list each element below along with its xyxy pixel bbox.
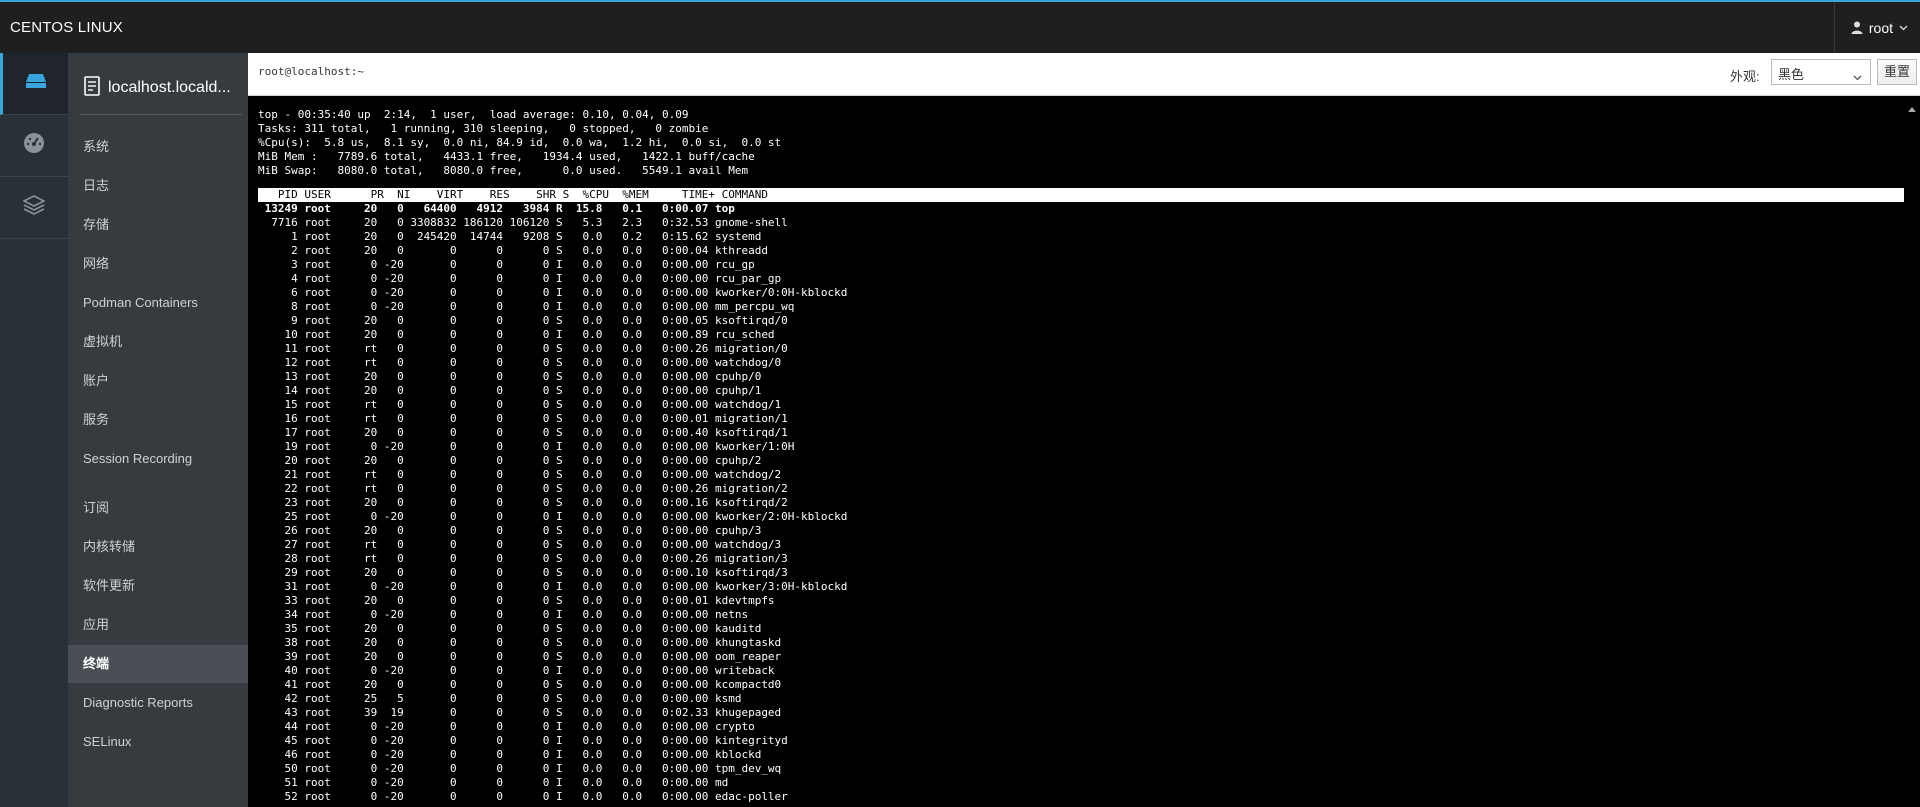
process-row: 7716 root 20 0 3308832 186120 106120 S 5… [258,216,788,229]
process-row: 41 root 20 0 0 0 0 S 0.0 0.0 0:00.00 kco… [258,678,782,691]
process-row: 42 root 25 5 0 0 0 S 0.0 0.0 0:00.00 ksm… [258,692,742,705]
process-row: 44 root 0 -20 0 0 0 I 0.0 0.0 0:00.00 cr… [258,720,755,733]
sidebar-item-services[interactable]: 服务 [68,401,248,439]
summary-line: top - 00:35:40 up 2:14, 1 user, load ave… [258,108,689,121]
process-row: 10 root 20 0 0 0 0 I 0.0 0.0 0:00.89 rcu… [258,328,775,341]
sidebar-item-software-updates[interactable]: 软件更新 [68,567,248,605]
process-row: 29 root 20 0 0 0 0 S 0.0 0.0 0:00.10 kso… [258,566,788,579]
process-row: 21 root rt 0 0 0 0 S 0.0 0.0 0:00.00 wat… [258,468,782,481]
layers-icon [22,195,46,220]
sidebar-item-vms[interactable]: 虚拟机 [68,323,248,361]
terminal-title: root@localhost:~ [258,65,364,78]
sidebar-item-kdump[interactable]: 内核转储 [68,528,248,566]
sidebar-item-diagnostic-reports[interactable]: Diagnostic Reports [68,684,248,722]
process-row: 35 root 20 0 0 0 0 S 0.0 0.0 0:00.00 kau… [258,622,762,635]
summary-line: %Cpu(s): 5.8 us, 8.1 sy, 0.0 ni, 84.9 id… [258,136,782,149]
appearance-label: 外观: [1730,69,1760,84]
host-name: localhost.locald... [108,79,231,96]
process-row: 43 root 39 19 0 0 0 S 0.0 0.0 0:02.33 kh… [258,706,782,719]
summary-line: MiB Swap: 8080.0 total, 8080.0 free, 0.0… [258,164,749,177]
process-table-header: PID USER PR NI VIRT RES SHR S %CPU %MEM … [258,188,1904,202]
summary-line: Tasks: 311 total, 1 running, 310 sleepin… [258,122,709,135]
sidebar-item-subscriptions[interactable]: 订阅 [68,489,248,527]
terminal-header: root@localhost:~ 外观: 黑色 重置 [248,53,1920,96]
app-rail [0,53,68,807]
sidebar-item-storage[interactable]: 存储 [68,206,248,244]
process-row: 26 root 20 0 0 0 0 S 0.0 0.0 0:00.00 cpu… [258,524,762,537]
sidebar-item-terminal[interactable]: 终端 [68,645,248,683]
process-row: 39 root 20 0 0 0 0 S 0.0 0.0 0:00.00 oom… [258,650,782,663]
process-row: 46 root 0 -20 0 0 0 I 0.0 0.0 0:00.00 kb… [258,748,762,761]
process-row: 50 root 0 -20 0 0 0 I 0.0 0.0 0:00.00 tp… [258,762,782,775]
process-row: 38 root 20 0 0 0 0 S 0.0 0.0 0:00.00 khu… [258,636,782,649]
reset-button[interactable]: 重置 [1877,59,1917,85]
process-row: 33 root 20 0 0 0 0 S 0.0 0.0 0:00.01 kde… [258,594,775,607]
sidebar-item-session-recording[interactable]: Session Recording [68,440,248,478]
process-row: 25 root 0 -20 0 0 0 I 0.0 0.0 0:00.00 kw… [258,510,848,523]
process-row: 13249 root 20 0 64400 4912 3984 R 15.8 0… [258,202,735,215]
rail-item-host[interactable] [0,53,68,115]
process-row: 28 root rt 0 0 0 0 S 0.0 0.0 0:00.26 mig… [258,552,788,565]
sidebar-item-accounts[interactable]: 账户 [68,362,248,400]
process-row: 3 root 0 -20 0 0 0 I 0.0 0.0 0:00.00 rcu… [258,258,755,271]
process-row: 4 root 0 -20 0 0 0 I 0.0 0.0 0:00.00 rcu… [258,272,782,285]
sidebar-item-selinux[interactable]: SELinux [68,723,248,761]
terminal-gap [258,178,1920,188]
process-row: 8 root 0 -20 0 0 0 I 0.0 0.0 0:00.00 mm_… [258,300,795,313]
dashboard-icon [23,132,45,159]
process-row: 12 root rt 0 0 0 0 S 0.0 0.0 0:00.00 wat… [258,356,782,369]
sidebar-nav: localhost.locald... 系统 日志 存储 网络 Podman C… [68,53,248,807]
process-row: 14 root 20 0 0 0 0 S 0.0 0.0 0:00.00 cpu… [258,384,762,397]
process-row: 20 root 20 0 0 0 0 S 0.0 0.0 0:00.00 cpu… [258,454,762,467]
appearance-select[interactable]: 黑色 [1771,59,1871,85]
process-row: 11 root rt 0 0 0 0 S 0.0 0.0 0:00.26 mig… [258,342,788,355]
process-row: 9 root 20 0 0 0 0 S 0.0 0.0 0:00.05 ksof… [258,314,788,327]
sidebar-item-logs[interactable]: 日志 [68,167,248,205]
process-row: 17 root 20 0 0 0 0 S 0.0 0.0 0:00.40 kso… [258,426,788,439]
scroll-up-arrow-icon[interactable] [1908,102,1916,116]
top-summary: top - 00:35:40 up 2:14, 1 user, load ave… [258,108,1920,178]
process-row: 19 root 0 -20 0 0 0 I 0.0 0.0 0:00.00 kw… [258,440,795,453]
rail-item-apps[interactable] [0,177,68,239]
sidebar-item-applications[interactable]: 应用 [68,606,248,644]
user-name: root [1868,19,1893,36]
server-icon [25,73,47,94]
process-row: 23 root 20 0 0 0 0 S 0.0 0.0 0:00.16 kso… [258,496,788,509]
process-row: 1 root 20 0 245420 14744 9208 S 0.0 0.2 … [258,230,762,243]
process-row: 52 root 0 -20 0 0 0 I 0.0 0.0 0:00.00 ed… [258,790,788,803]
process-row: 16 root rt 0 0 0 0 S 0.0 0.0 0:00.01 mig… [258,412,788,425]
process-row: 40 root 0 -20 0 0 0 I 0.0 0.0 0:00.00 wr… [258,664,775,677]
sidebar-item-network[interactable]: 网络 [68,245,248,283]
nav-divider [80,114,242,115]
summary-line: MiB Mem : 7789.6 total, 4433.1 free, 193… [258,150,755,163]
process-row: 13 root 20 0 0 0 0 S 0.0 0.0 0:00.00 cpu… [258,370,762,383]
process-row: 2 root 20 0 0 0 0 S 0.0 0.0 0:00.04 kthr… [258,244,768,257]
sidebar-item-system[interactable]: 系统 [68,128,248,166]
user-menu[interactable]: root [1833,2,1908,53]
chevron-down-icon [1899,25,1908,31]
brand-title: CENTOS LINUX [10,19,123,36]
process-table: 13249 root 20 0 64400 4912 3984 R 15.8 0… [258,202,1920,804]
process-row: 51 root 0 -20 0 0 0 I 0.0 0.0 0:00.00 md [258,776,729,789]
chevron-down-icon [1853,69,1862,84]
process-row: 31 root 0 -20 0 0 0 I 0.0 0.0 0:00.00 kw… [258,580,848,593]
process-row: 34 root 0 -20 0 0 0 I 0.0 0.0 0:00.00 ne… [258,608,749,621]
process-row: 22 root rt 0 0 0 0 S 0.0 0.0 0:00.26 mig… [258,482,788,495]
process-row: 15 root rt 0 0 0 0 S 0.0 0.0 0:00.00 wat… [258,398,782,411]
document-icon [84,75,100,101]
host-switcher[interactable]: localhost.locald... [84,71,240,105]
terminal-screen[interactable]: top - 00:35:40 up 2:14, 1 user, load ave… [248,96,1920,807]
process-row: 6 root 0 -20 0 0 0 I 0.0 0.0 0:00.00 kwo… [258,286,848,299]
user-icon [1851,21,1863,34]
sidebar-item-podman[interactable]: Podman Containers [68,284,248,322]
appearance-value: 黑色 [1778,67,1805,82]
process-row: 45 root 0 -20 0 0 0 I 0.0 0.0 0:00.00 ki… [258,734,788,747]
topbar: CENTOS LINUX root [0,2,1920,53]
process-row: 27 root rt 0 0 0 0 S 0.0 0.0 0:00.00 wat… [258,538,782,551]
rail-item-dashboard[interactable] [0,115,68,177]
